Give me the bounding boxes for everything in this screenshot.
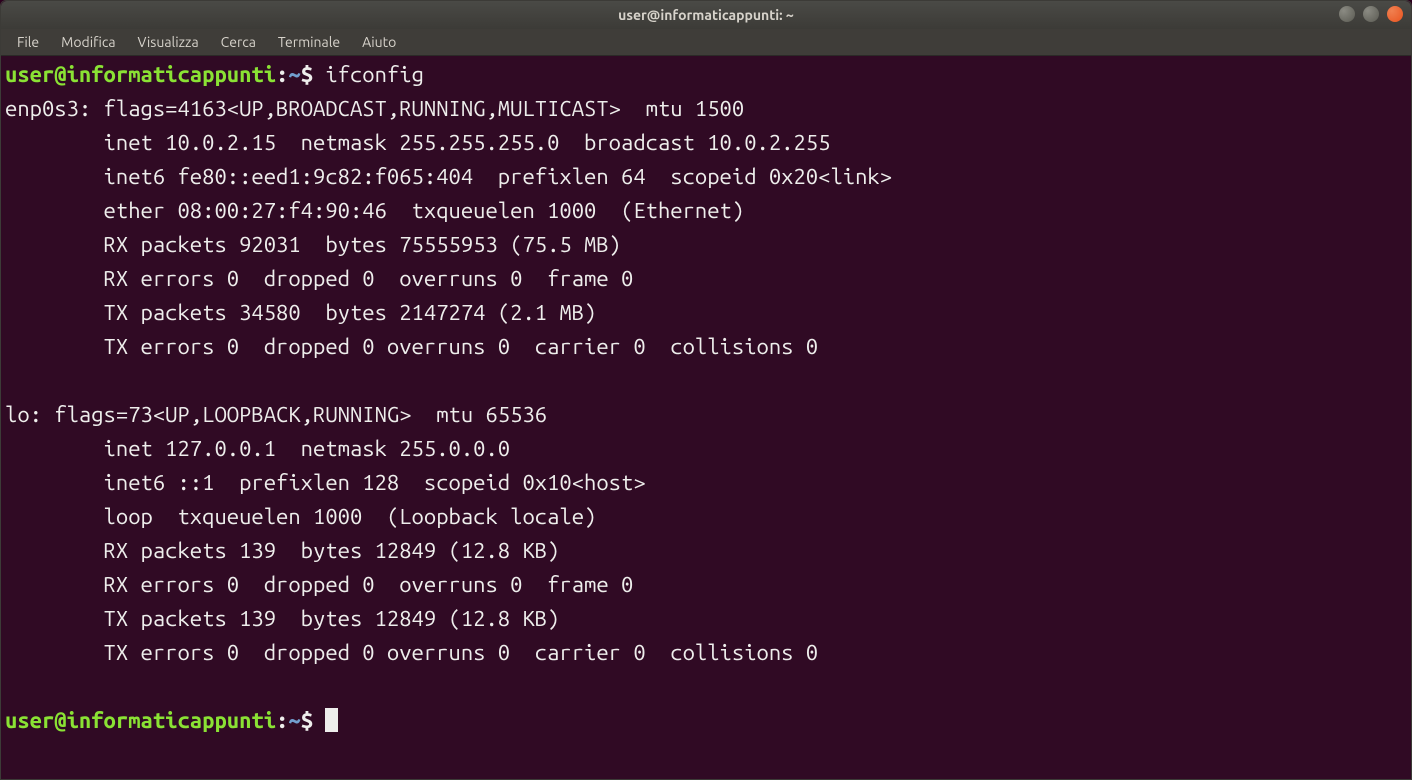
prompt-userhost: user@informaticappunti	[5, 62, 276, 87]
output-line: lo: flags=73<UP,LOOPBACK,RUNNING> mtu 65…	[5, 402, 547, 427]
window-title: user@informaticappunti: ~	[618, 7, 794, 23]
output-line: RX errors 0 dropped 0 overruns 0 frame 0	[5, 572, 633, 597]
output-line: enp0s3: flags=4163<UP,BROADCAST,RUNNING,…	[5, 96, 744, 121]
command-text: ifconfig	[325, 62, 424, 87]
prompt-userhost: user@informaticappunti	[5, 708, 276, 733]
output-line: TX errors 0 dropped 0 overruns 0 carrier…	[5, 640, 818, 665]
output-line: inet6 ::1 prefixlen 128 scopeid 0x10<hos…	[5, 470, 646, 495]
output-line: RX packets 92031 bytes 75555953 (75.5 MB…	[5, 232, 621, 257]
output-line: TX packets 34580 bytes 2147274 (2.1 MB)	[5, 300, 596, 325]
menu-edit[interactable]: Modifica	[51, 32, 125, 52]
prompt-sep1: :	[276, 62, 288, 87]
terminal-window: user@informaticappunti: ~ File Modifica …	[0, 0, 1412, 780]
prompt-sep1: :	[276, 708, 288, 733]
cursor-icon	[325, 708, 338, 732]
prompt-sep2: $	[301, 708, 326, 733]
menu-view[interactable]: Visualizza	[128, 32, 209, 52]
menu-file[interactable]: File	[7, 32, 49, 52]
output-line: inet 127.0.0.1 netmask 255.0.0.0	[5, 436, 510, 461]
prompt-path: ~	[288, 708, 300, 733]
minimize-button[interactable]	[1339, 6, 1355, 22]
output-line: RX packets 139 bytes 12849 (12.8 KB)	[5, 538, 559, 563]
prompt-sep2: $	[301, 62, 326, 87]
menu-terminal[interactable]: Terminale	[268, 32, 350, 52]
menu-search[interactable]: Cerca	[211, 32, 266, 52]
output-line: ether 08:00:27:f4:90:46 txqueuelen 1000 …	[5, 198, 744, 223]
close-button[interactable]	[1387, 6, 1403, 22]
prompt-path: ~	[288, 62, 300, 87]
menubar: File Modifica Visualizza Cerca Terminale…	[1, 29, 1411, 56]
terminal-output[interactable]: user@informaticappunti:~$ ifconfig enp0s…	[1, 56, 1411, 779]
maximize-button[interactable]	[1363, 6, 1379, 22]
output-line: loop txqueuelen 1000 (Loopback locale)	[5, 504, 596, 529]
titlebar: user@informaticappunti: ~	[1, 1, 1411, 29]
output-line: inet 10.0.2.15 netmask 255.255.255.0 bro…	[5, 130, 830, 155]
output-line: TX packets 139 bytes 12849 (12.8 KB)	[5, 606, 559, 631]
output-line: inet6 fe80::eed1:9c82:f065:404 prefixlen…	[5, 164, 892, 189]
window-controls	[1339, 6, 1403, 22]
menu-help[interactable]: Aiuto	[352, 32, 406, 52]
output-line: TX errors 0 dropped 0 overruns 0 carrier…	[5, 334, 818, 359]
output-line: RX errors 0 dropped 0 overruns 0 frame 0	[5, 266, 633, 291]
